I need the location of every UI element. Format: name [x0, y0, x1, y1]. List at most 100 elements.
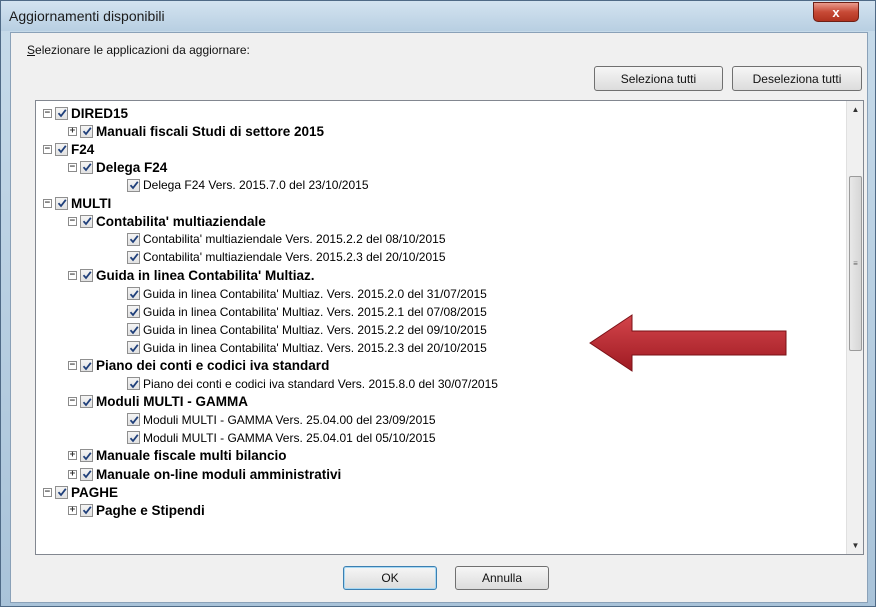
- close-button[interactable]: x: [813, 2, 859, 22]
- collapse-icon[interactable]: −: [43, 144, 52, 154]
- tree-item[interactable]: Piano dei conti e codici iva standard Ve…: [115, 375, 498, 393]
- collapse-icon[interactable]: −: [68, 270, 77, 280]
- expand-icon[interactable]: +: [68, 126, 77, 136]
- tree-item[interactable]: + Paghe e Stipendi: [68, 501, 205, 519]
- tree-item[interactable]: Contabilita' multiaziendale Vers. 2015.2…: [115, 248, 446, 266]
- collapse-icon[interactable]: −: [43, 108, 52, 118]
- collapse-icon[interactable]: −: [68, 361, 77, 371]
- tree-item[interactable]: Moduli MULTI - GAMMA Vers. 25.04.00 del …: [115, 411, 436, 429]
- item-checkbox[interactable]: [127, 250, 140, 264]
- check-icon: [129, 234, 139, 244]
- title-bar[interactable]: Aggiornamenti disponibili x: [1, 1, 875, 31]
- tree-item-label: Manuale fiscale multi bilancio: [96, 448, 287, 464]
- check-icon: [129, 433, 139, 443]
- item-checkbox[interactable]: [127, 323, 140, 337]
- item-checkbox[interactable]: [80, 124, 93, 138]
- tree-item[interactable]: − MULTI: [43, 194, 111, 212]
- tree-item[interactable]: + Manuali fiscali Studi di settore 2015: [68, 122, 324, 140]
- tree-item[interactable]: + Manuale fiscale multi bilancio: [68, 447, 287, 465]
- collapse-icon[interactable]: −: [68, 397, 77, 407]
- tree-item-label: Guida in linea Contabilita' Multiaz. Ver…: [143, 340, 487, 355]
- item-checkbox[interactable]: [55, 485, 68, 499]
- tree-item-label: DIRED15: [71, 105, 129, 121]
- tree-item[interactable]: Guida in linea Contabilita' Multiaz. Ver…: [115, 321, 487, 339]
- tree-item[interactable]: Guida in linea Contabilita' Multiaz. Ver…: [115, 285, 487, 303]
- tree-item-label: Guida in linea Contabilita' Multiaz.: [96, 267, 315, 283]
- item-checkbox[interactable]: [127, 431, 140, 445]
- tree-item[interactable]: − Guida in linea Contabilita' Multiaz.: [68, 266, 314, 284]
- tree-item[interactable]: + Manuale on-line moduli amministrativi: [68, 465, 341, 483]
- expand-icon[interactable]: +: [68, 505, 77, 515]
- tree-item[interactable]: − Moduli MULTI - GAMMA: [68, 393, 248, 411]
- item-checkbox[interactable]: [80, 214, 93, 228]
- tree-item-label: Piano dei conti e codici iva standard Ve…: [143, 376, 498, 391]
- item-checkbox[interactable]: [127, 377, 140, 391]
- check-icon: [82, 451, 92, 461]
- tree-item-label: PAGHE: [71, 484, 119, 500]
- scroll-down-arrow-icon[interactable]: ▼: [847, 537, 863, 554]
- tree-item[interactable]: − Contabilita' multiaziendale: [68, 212, 266, 230]
- check-icon: [82, 126, 92, 136]
- check-icon: [129, 180, 139, 190]
- item-checkbox[interactable]: [80, 503, 93, 517]
- tree-item-label: Delega F24 Vers. 2015.7.0 del 23/10/2015: [143, 178, 369, 193]
- tree-item-label: Delega F24: [96, 159, 168, 175]
- ok-button[interactable]: OK: [343, 566, 437, 590]
- tree-item-label: Guida in linea Contabilita' Multiaz. Ver…: [143, 304, 487, 319]
- item-checkbox[interactable]: [80, 449, 93, 463]
- collapse-icon[interactable]: −: [68, 216, 77, 226]
- cancel-button[interactable]: Annulla: [455, 566, 549, 590]
- tree-item[interactable]: Guida in linea Contabilita' Multiaz. Ver…: [115, 303, 487, 321]
- check-icon: [82, 216, 92, 226]
- tree-item[interactable]: Guida in linea Contabilita' Multiaz. Ver…: [115, 339, 487, 357]
- check-icon: [129, 289, 139, 299]
- tree-item[interactable]: Moduli MULTI - GAMMA Vers. 25.04.01 del …: [115, 429, 436, 447]
- item-checkbox[interactable]: [127, 232, 140, 246]
- tree-item-label: F24: [71, 141, 95, 157]
- tree-item[interactable]: − Delega F24: [68, 158, 167, 176]
- item-checkbox[interactable]: [80, 467, 93, 481]
- prompt-mnemonic: S: [27, 43, 36, 57]
- collapse-icon[interactable]: −: [43, 487, 52, 497]
- tree-item[interactable]: − Piano dei conti e codici iva standard: [68, 357, 329, 375]
- tree-item[interactable]: − DIRED15: [43, 104, 128, 122]
- item-checkbox[interactable]: [127, 178, 140, 192]
- tree-item[interactable]: − F24: [43, 140, 94, 158]
- item-checkbox[interactable]: [127, 341, 140, 355]
- tree-item[interactable]: Contabilita' multiaziendale Vers. 2015.2…: [115, 230, 446, 248]
- item-checkbox[interactable]: [127, 305, 140, 319]
- item-checkbox[interactable]: [80, 359, 93, 373]
- check-icon: [129, 415, 139, 425]
- item-checkbox[interactable]: [80, 395, 93, 409]
- item-checkbox[interactable]: [55, 142, 68, 156]
- deselect-all-button[interactable]: Deseleziona tutti: [732, 66, 862, 91]
- check-icon: [129, 307, 139, 317]
- expand-icon[interactable]: +: [68, 469, 77, 479]
- tree-item-label: Moduli MULTI - GAMMA Vers. 25.04.00 del …: [143, 412, 436, 427]
- dialog-window: Aggiornamenti disponibili x Selezionare …: [0, 0, 876, 607]
- select-all-button[interactable]: Seleziona tutti: [594, 66, 723, 91]
- tree-item-label: Contabilita' multiaziendale Vers. 2015.2…: [143, 232, 446, 247]
- check-icon: [129, 325, 139, 335]
- tree-item[interactable]: Delega F24 Vers. 2015.7.0 del 23/10/2015: [115, 176, 369, 194]
- prompt-text: elezionare le applicazioni da aggiornare…: [35, 43, 250, 57]
- item-checkbox[interactable]: [55, 196, 68, 210]
- vertical-scrollbar[interactable]: ▲ ≡ ▼: [846, 101, 863, 554]
- collapse-icon[interactable]: −: [43, 198, 52, 208]
- check-icon: [57, 144, 67, 154]
- item-checkbox[interactable]: [80, 268, 93, 282]
- scroll-up-arrow-icon[interactable]: ▲: [847, 101, 863, 118]
- check-icon: [82, 361, 92, 371]
- item-checkbox[interactable]: [127, 413, 140, 427]
- check-icon: [82, 397, 92, 407]
- item-checkbox[interactable]: [80, 160, 93, 174]
- check-icon: [82, 162, 92, 172]
- tree-item-label: Contabilita' multiaziendale Vers. 2015.2…: [143, 250, 446, 265]
- scroll-thumb[interactable]: ≡: [849, 176, 862, 351]
- collapse-icon[interactable]: −: [68, 162, 77, 172]
- expand-icon[interactable]: +: [68, 451, 77, 461]
- item-checkbox[interactable]: [127, 287, 140, 300]
- tree-item-label: Manuale on-line moduli amministrativi: [96, 466, 342, 482]
- tree-item[interactable]: − PAGHE: [43, 483, 118, 501]
- item-checkbox[interactable]: [55, 106, 68, 120]
